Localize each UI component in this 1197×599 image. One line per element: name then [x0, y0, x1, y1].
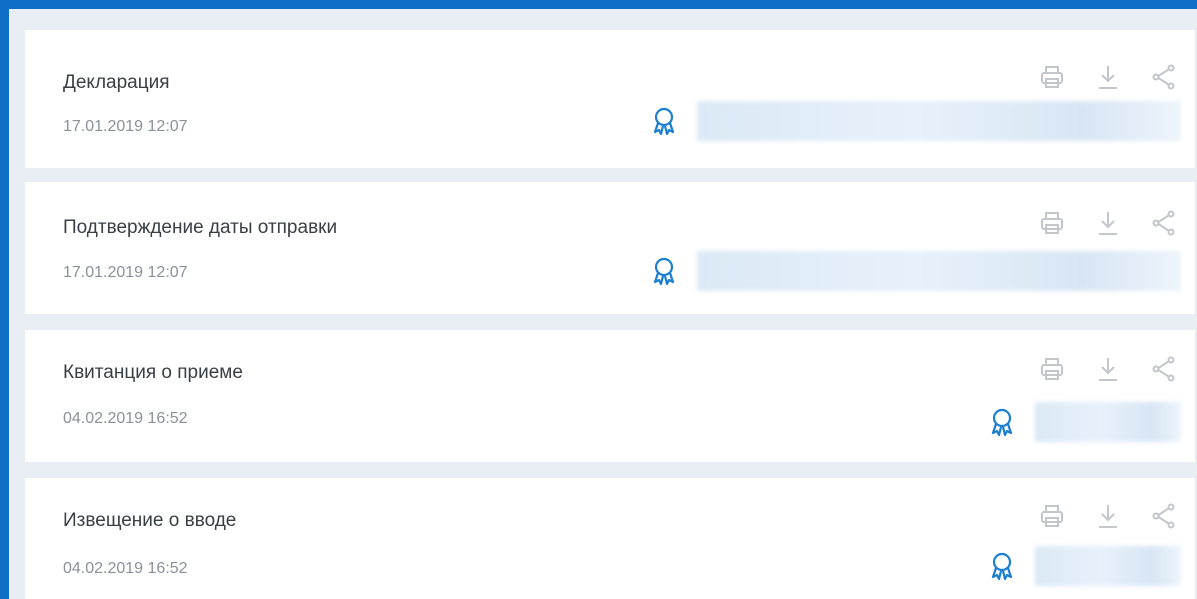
certificate-icon — [649, 106, 679, 136]
document-date: 17.01.2019 12:07 — [63, 264, 188, 281]
share-icon — [1152, 64, 1175, 90]
signature-details-redacted — [697, 251, 1181, 291]
document-card: Квитанция о приеме 04.02.2019 16:52 — [25, 330, 1195, 462]
documents-panel: Декларация 17.01.2019 12:07 Подтверждени… — [0, 0, 1197, 599]
certificate-icon — [987, 551, 1017, 581]
document-date: 17.01.2019 12:07 — [63, 118, 188, 135]
document-actions — [1035, 60, 1181, 94]
document-card: Декларация 17.01.2019 12:07 — [25, 30, 1195, 168]
share-icon — [1152, 503, 1175, 529]
document-card: Извещение о вводе 04.02.2019 16:52 — [25, 478, 1195, 599]
printer-icon — [1041, 212, 1063, 234]
signature-block — [987, 546, 1181, 586]
download-button[interactable] — [1091, 60, 1125, 94]
signature-details-redacted — [1035, 546, 1181, 586]
download-button[interactable] — [1091, 499, 1125, 533]
print-button[interactable] — [1035, 352, 1069, 386]
download-button[interactable] — [1091, 206, 1125, 240]
share-icon — [1152, 210, 1175, 236]
document-date: 04.02.2019 16:52 — [63, 560, 188, 577]
share-button[interactable] — [1147, 206, 1181, 240]
download-icon — [1099, 66, 1117, 89]
download-icon — [1099, 358, 1117, 381]
print-button[interactable] — [1035, 499, 1069, 533]
document-actions — [1035, 206, 1181, 240]
document-title[interactable]: Подтверждение даты отправки — [63, 217, 337, 239]
document-title[interactable]: Извещение о вводе — [63, 510, 236, 532]
signature-block — [649, 101, 1181, 141]
certificate-icon — [987, 407, 1017, 437]
signature-details-redacted — [1035, 402, 1181, 442]
print-button[interactable] — [1035, 206, 1069, 240]
document-actions — [1035, 352, 1181, 386]
signature-block — [987, 402, 1181, 442]
share-button[interactable] — [1147, 60, 1181, 94]
share-icon — [1152, 356, 1175, 382]
share-button[interactable] — [1147, 352, 1181, 386]
document-date: 04.02.2019 16:52 — [63, 410, 188, 427]
certificate-icon — [649, 256, 679, 286]
download-icon — [1099, 212, 1117, 235]
download-icon — [1099, 505, 1117, 528]
printer-icon — [1041, 358, 1063, 380]
signature-details-redacted — [697, 101, 1181, 141]
download-button[interactable] — [1091, 352, 1125, 386]
signature-block — [649, 251, 1181, 291]
share-button[interactable] — [1147, 499, 1181, 533]
printer-icon — [1041, 66, 1063, 88]
printer-icon — [1041, 505, 1063, 527]
document-actions — [1035, 499, 1181, 533]
print-button[interactable] — [1035, 60, 1069, 94]
document-title[interactable]: Квитанция о приеме — [63, 362, 243, 384]
document-title[interactable]: Декларация — [63, 72, 170, 94]
document-card: Подтверждение даты отправки 17.01.2019 1… — [25, 182, 1195, 314]
